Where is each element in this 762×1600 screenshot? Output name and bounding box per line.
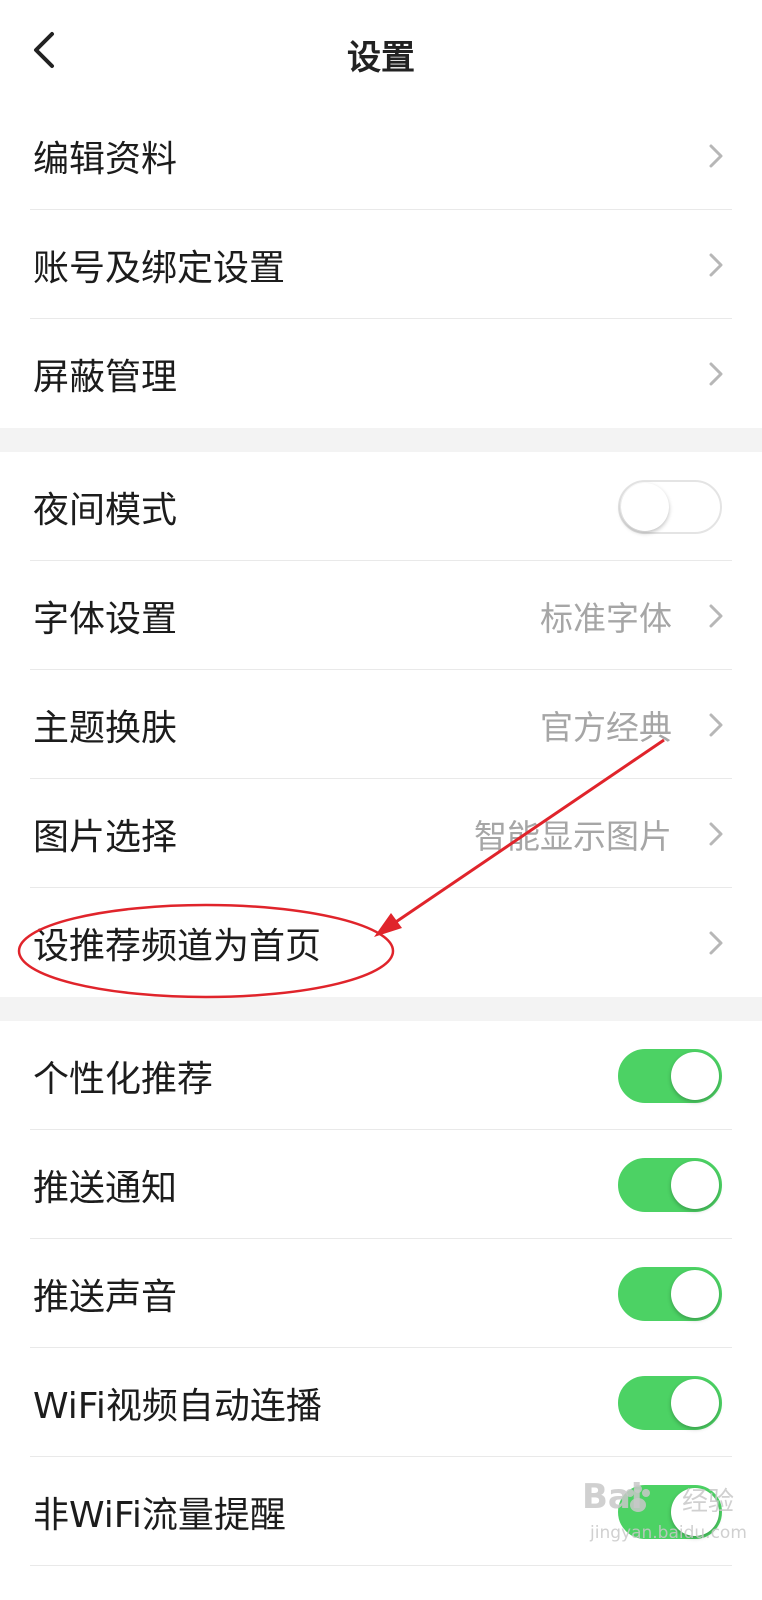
- settings-row-push-notification: 推送通知: [0, 1130, 762, 1239]
- push-sound-toggle[interactable]: [618, 1266, 722, 1321]
- settings-row-edit-profile[interactable]: 编辑资料: [0, 101, 762, 210]
- chevron-right-icon: [709, 713, 723, 736]
- settings-row-image-selection[interactable]: 图片选择 智能显示图片: [0, 779, 762, 888]
- chevron-right-icon: [709, 253, 723, 276]
- toggle-knob: [671, 1160, 719, 1209]
- chevron-right-icon: [709, 144, 723, 167]
- settings-row-block-management[interactable]: 屏蔽管理: [0, 319, 762, 428]
- baidu-watermark: Bai 经验 jingyan.baidu.com: [582, 1475, 747, 1550]
- settings-row-label: 推送声音: [33, 1276, 178, 1318]
- toggle-knob: [671, 1051, 719, 1100]
- settings-row-value: 官方经典: [540, 707, 672, 747]
- settings-row-label: 主题换肤: [33, 707, 178, 749]
- night-mode-toggle[interactable]: [618, 479, 722, 534]
- settings-row-personalized-recommend: 个性化推荐: [0, 1021, 762, 1130]
- settings-row-value: 标准字体: [540, 598, 672, 638]
- chevron-right-icon: [709, 362, 723, 385]
- wifi-autoplay-toggle[interactable]: [618, 1375, 722, 1430]
- chevron-right-icon: [709, 604, 723, 627]
- toggle-knob: [671, 1378, 719, 1427]
- settings-row-font[interactable]: 字体设置 标准字体: [0, 561, 762, 670]
- settings-row-theme[interactable]: 主题换肤 官方经典: [0, 670, 762, 779]
- settings-row-wifi-autoplay: WiFi视频自动连播: [0, 1348, 762, 1457]
- settings-row-account-binding[interactable]: 账号及绑定设置: [0, 210, 762, 319]
- settings-row-label: 非WiFi流量提醒: [33, 1494, 286, 1536]
- settings-row-label: 字体设置: [33, 598, 178, 640]
- settings-row-label: 夜间模式: [33, 489, 178, 531]
- settings-row-value: 智能显示图片: [474, 816, 672, 856]
- settings-group-display: 夜间模式 字体设置 标准字体 主题换肤 官方经典 图片选择 智能显示图片 设推荐…: [0, 452, 762, 997]
- settings-row-label: 屏蔽管理: [33, 356, 178, 398]
- toggle-knob: [621, 482, 669, 531]
- section-gap: [0, 428, 762, 452]
- page-title: 设置: [347, 38, 415, 78]
- watermark-url: jingyan.baidu.com: [590, 1523, 747, 1543]
- push-notification-toggle[interactable]: [618, 1157, 722, 1212]
- chevron-right-icon: [709, 931, 723, 954]
- settings-row-recommend-homepage[interactable]: 设推荐频道为首页: [0, 888, 762, 997]
- divider: [30, 1565, 732, 1566]
- settings-row-push-sound: 推送声音: [0, 1239, 762, 1348]
- section-gap: [0, 997, 762, 1021]
- toggle-knob: [671, 1269, 719, 1318]
- settings-row-label: 编辑资料: [33, 138, 178, 180]
- settings-row-label: 个性化推荐: [33, 1058, 214, 1100]
- settings-group-account: 编辑资料 账号及绑定设置 屏蔽管理: [0, 101, 762, 428]
- watermark-suffix: 经验: [682, 1487, 735, 1517]
- settings-row-label: 图片选择: [33, 816, 178, 858]
- settings-row-label: 推送通知: [33, 1167, 178, 1209]
- top-bar: 设置: [0, 0, 762, 102]
- personalized-recommend-toggle[interactable]: [618, 1048, 722, 1103]
- settings-row-label: WiFi视频自动连播: [33, 1385, 322, 1427]
- chevron-right-icon: [709, 822, 723, 845]
- paw-icon: [626, 1485, 650, 1512]
- settings-row-night-mode: 夜间模式: [0, 452, 762, 561]
- settings-row-label: 账号及绑定设置: [33, 247, 286, 289]
- settings-row-label: 设推荐频道为首页: [33, 925, 322, 967]
